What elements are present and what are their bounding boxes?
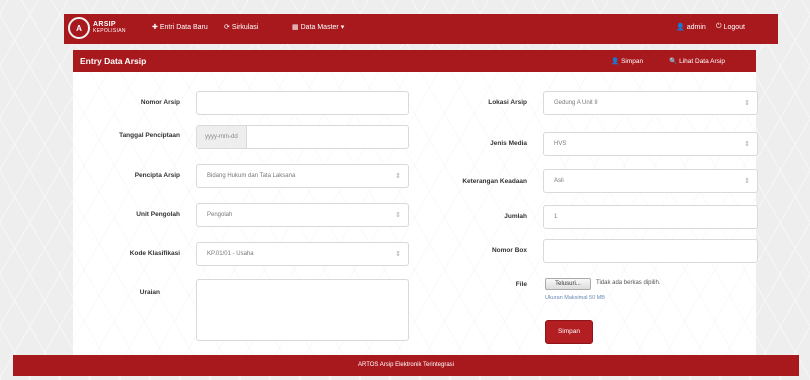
tanggal-input[interactable]: yyyy-mm-dd xyxy=(196,125,409,149)
power-icon: ⏻ xyxy=(716,23,722,30)
jenis-media-select[interactable]: HVS ⇕ xyxy=(543,132,758,156)
save-link[interactable]: 👤 Simpan xyxy=(611,57,644,66)
keterangan-value: Asli xyxy=(554,178,564,184)
select-caret-icon: ⇕ xyxy=(395,251,401,258)
file-status: Tidak ada berkas dipilih. xyxy=(596,280,661,286)
lokasi-select[interactable]: Gedung A Unit II ⇕ xyxy=(543,91,758,115)
caret-down-icon: ▾ xyxy=(340,24,345,31)
view-archive-link[interactable]: 🔍 Lihat Data Arsip xyxy=(669,57,725,66)
label-file: File xyxy=(515,281,527,288)
user-icon: 👤 xyxy=(611,58,620,65)
nomor-box-input[interactable] xyxy=(543,239,758,263)
brand[interactable]: A ARSIP KEPOLISIAN xyxy=(68,17,126,39)
nav-sirkulasi-label: Sirkulasi xyxy=(231,23,259,31)
file-help-text: Ukuran Maksimal 50 MB xyxy=(545,295,605,301)
nav-master-label: Data Master xyxy=(300,23,339,31)
label-pencipta: Pencipta Arsip xyxy=(134,172,180,179)
plus-icon: ✚ xyxy=(152,24,158,31)
nav-user[interactable]: 👤 admin xyxy=(676,23,706,32)
unit-pengolah-select[interactable]: Pengolah ⇕ xyxy=(196,203,409,227)
search-icon: 🔍 xyxy=(669,58,678,65)
label-jenis-media: Jenis Media xyxy=(490,140,527,147)
nav-data-master[interactable]: ▦ Data Master ▾ xyxy=(292,23,345,32)
label-kode-klasifikasi: Kode Klasifikasi xyxy=(129,250,180,257)
select-caret-icon: ⇕ xyxy=(744,100,750,107)
nav-entri-label: Entri Data Baru xyxy=(159,23,208,31)
brand-logo: A xyxy=(68,17,90,39)
view-archive-label: Lihat Data Arsip xyxy=(679,57,725,65)
jumlah-input[interactable]: 1 xyxy=(543,205,758,229)
select-caret-icon: ⇕ xyxy=(395,212,401,219)
select-caret-icon: ⇕ xyxy=(744,178,750,185)
label-keterangan: Keterangan Keadaan xyxy=(462,178,527,185)
keterangan-select[interactable]: Asli ⇕ xyxy=(543,169,758,193)
nav-sirkulasi[interactable]: ⟳ Sirkulasi xyxy=(224,23,259,32)
label-nomor-arsip: Nomor Arsip xyxy=(140,99,180,106)
jenis-media-value: HVS xyxy=(554,141,567,147)
file-browse-button[interactable]: Telusuri... xyxy=(545,278,591,290)
lokasi-value: Gedung A Unit II xyxy=(554,100,598,106)
user-icon: 👤 xyxy=(676,24,685,31)
date-placeholder: yyyy-mm-dd xyxy=(197,126,247,148)
label-tanggal: Tanggal Penciptaan xyxy=(119,132,180,139)
select-caret-icon: ⇕ xyxy=(744,141,750,148)
pencipta-select[interactable]: Bidang Hukum dan Tata Laksana ⇕ xyxy=(196,164,409,188)
label-unit-pengolah: Unit Pengolah xyxy=(136,211,180,218)
label-lokasi: Lokasi Arsip xyxy=(488,99,527,106)
select-caret-icon: ⇕ xyxy=(395,173,401,180)
top-navbar: A ARSIP KEPOLISIAN ✚ Entri Data Baru ⟳ S… xyxy=(64,14,778,44)
nav-logout[interactable]: ⏻ Logout xyxy=(716,23,745,31)
submit-button[interactable]: Simpan xyxy=(545,320,593,344)
save-link-label: Simpan xyxy=(621,57,644,65)
panel-header: Entry Data Arsip 👤 Simpan 🔍 Lihat Data A… xyxy=(73,50,756,72)
pencipta-value: Bidang Hukum dan Tata Laksana xyxy=(207,173,296,179)
nav-entri-data-baru[interactable]: ✚ Entri Data Baru xyxy=(152,23,208,32)
kode-klasifikasi-select[interactable]: KP.01/01 - Usaha ⇕ xyxy=(196,242,409,266)
label-nomor-box: Nomor Box xyxy=(491,247,527,254)
footer: ARTOS Arsip Elektronik Terintegrasi xyxy=(13,355,799,376)
nav-logout-label: Logout xyxy=(723,23,745,31)
refresh-icon: ⟳ xyxy=(224,24,230,31)
kode-klasifikasi-value: KP.01/01 - Usaha xyxy=(207,251,254,257)
unit-pengolah-value: Pengolah xyxy=(207,212,233,218)
uraian-textarea[interactable] xyxy=(196,279,409,341)
label-uraian: Uraian xyxy=(139,289,160,296)
nav-user-label: admin xyxy=(686,23,706,31)
page-title: Entry Data Arsip xyxy=(80,56,147,66)
label-jumlah: Jumlah xyxy=(504,213,527,220)
brand-line2: KEPOLISIAN xyxy=(93,28,126,34)
nomor-arsip-input[interactable] xyxy=(196,91,409,115)
table-icon: ▦ xyxy=(292,24,299,31)
